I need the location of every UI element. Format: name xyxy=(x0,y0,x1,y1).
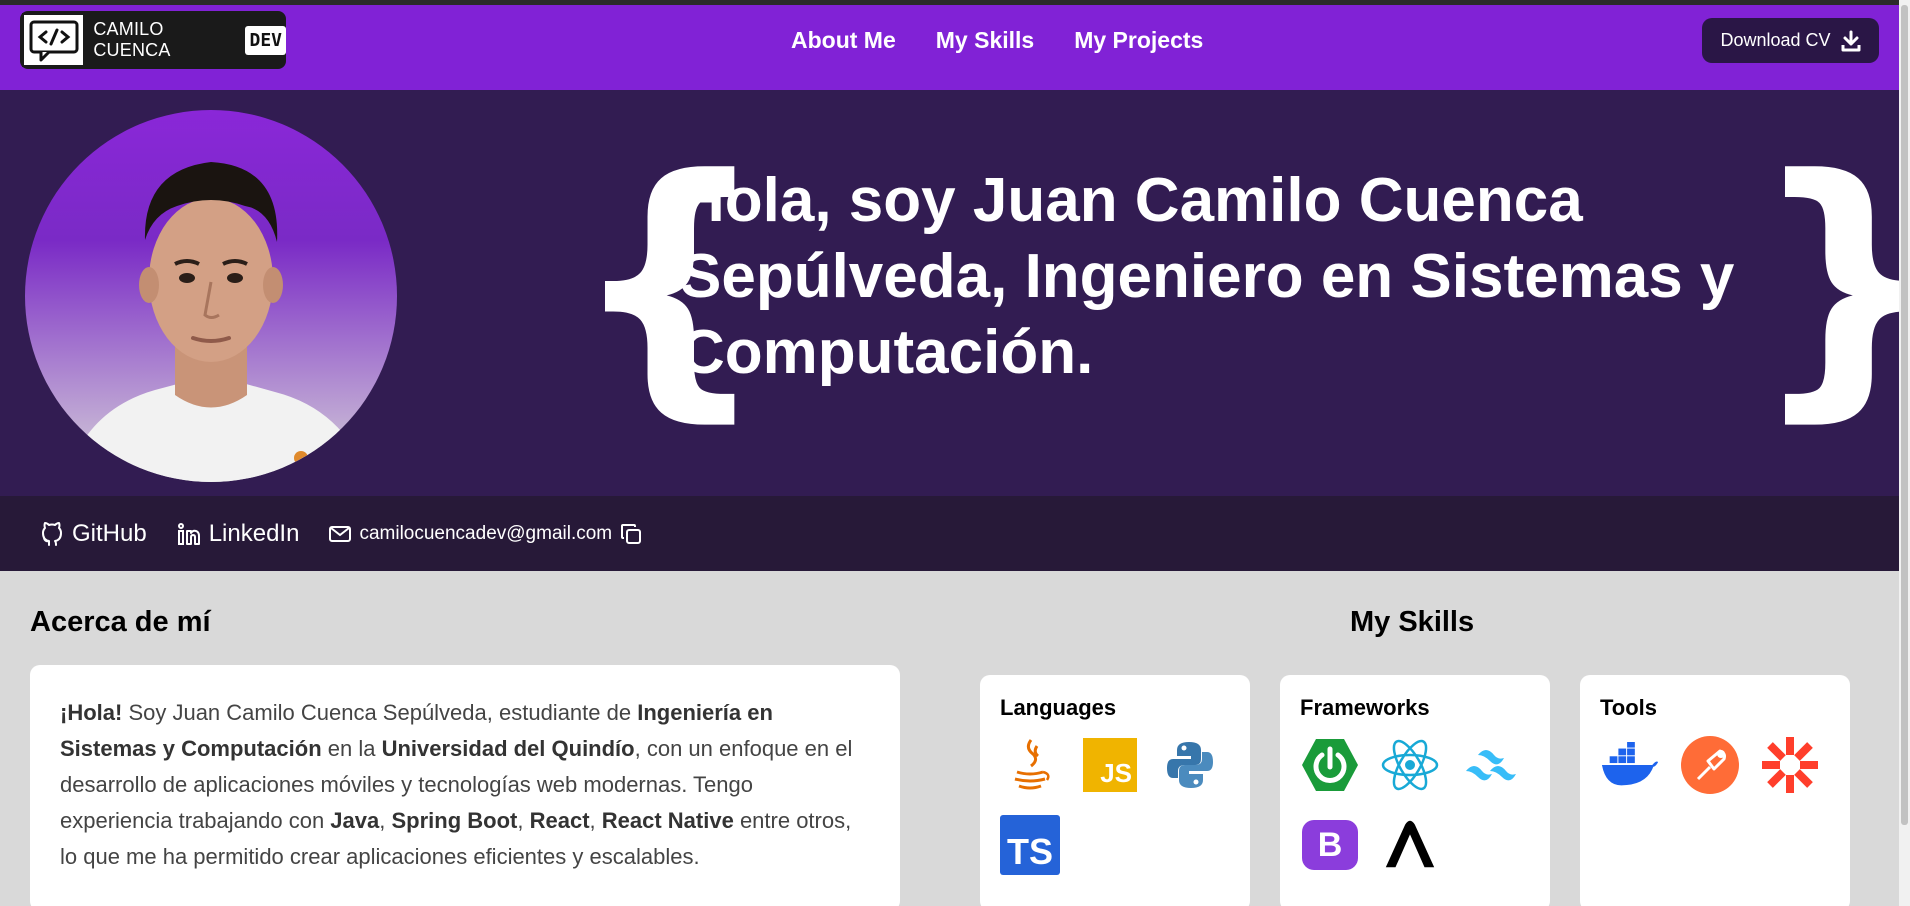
nav-my-projects[interactable]: My Projects xyxy=(1074,27,1203,54)
linkedin-link[interactable]: LinkedIn xyxy=(177,519,300,548)
react-icon xyxy=(1380,735,1440,795)
linkedin-label: LinkedIn xyxy=(208,519,300,547)
mail-icon xyxy=(329,525,352,542)
scrollbar-track[interactable] xyxy=(1899,0,1910,906)
zapier-icon xyxy=(1760,735,1820,795)
astro-icon xyxy=(1380,815,1440,875)
bootstrap-icon: B xyxy=(1300,815,1360,875)
github-label: GitHub xyxy=(72,519,147,547)
bootstrap-logo-text: B xyxy=(1302,820,1358,870)
download-cv-button[interactable]: Download CV xyxy=(1702,18,1879,63)
linkedin-icon xyxy=(177,522,200,545)
scrollbar-thumb[interactable] xyxy=(1901,5,1908,825)
github-link[interactable]: GitHub xyxy=(40,520,147,548)
about-text-1: Soy Juan Camilo Cuenca Sepúlveda, estudi… xyxy=(122,700,638,725)
about-sep-2: , xyxy=(517,808,530,833)
about-card: ¡Hola! Soy Juan Camilo Cuenca Sepúlveda,… xyxy=(30,665,900,906)
site-logo[interactable]: CAMILO CUENCA DEV xyxy=(20,11,286,69)
hero-title: Hola, soy Juan Camilo Cuenca Sepúlveda, … xyxy=(680,166,1735,387)
logo-text: CAMILO CUENCA xyxy=(93,19,171,60)
docker-icon xyxy=(1600,735,1660,795)
about-java: Java xyxy=(330,808,380,833)
nav-my-skills[interactable]: My Skills xyxy=(936,27,1034,54)
javascript-logo-text: JS xyxy=(1083,738,1137,792)
java-icon xyxy=(1000,735,1060,795)
about-paragraph: ¡Hola! Soy Juan Camilo Cuenca Sepúlveda,… xyxy=(60,695,870,875)
about-title: Acerca de mí xyxy=(30,606,211,638)
about-spring-boot: Spring Boot xyxy=(391,808,518,833)
code-bubble-icon xyxy=(22,13,86,67)
skill-card-languages: Languages JS TS xyxy=(980,675,1250,906)
page: CAMILO CUENCA DEV About Me My Skills My … xyxy=(0,5,1899,906)
spring-boot-icon xyxy=(1300,735,1360,795)
about-react: React xyxy=(529,808,590,833)
nav-about-me[interactable]: About Me xyxy=(791,27,896,54)
main-nav: About Me My Skills My Projects xyxy=(791,27,1203,54)
skills-title: My Skills xyxy=(1350,606,1475,638)
about-greeting: ¡Hola! xyxy=(60,700,123,725)
skill-card-title: Languages xyxy=(1000,695,1117,720)
javascript-icon: JS xyxy=(1080,735,1140,795)
logo-badge: DEV xyxy=(245,25,286,55)
download-icon xyxy=(1841,30,1861,51)
skill-card-title: Frameworks xyxy=(1300,695,1430,720)
skill-card-tools: Tools xyxy=(1580,675,1850,906)
email-address: camilocuencadev@gmail.com xyxy=(359,522,613,544)
email-contact: camilocuencadev@gmail.com xyxy=(329,523,642,545)
about-text-2: en la xyxy=(321,736,382,761)
postman-icon xyxy=(1680,735,1740,795)
tailwind-icon xyxy=(1460,735,1520,795)
contact-bar: GitHub LinkedIn camilocuencadev@gmail.co… xyxy=(0,496,1899,571)
about-sep-1: , xyxy=(379,808,392,833)
hero-brace-right: } xyxy=(1750,143,1899,423)
typescript-logo-text: TS xyxy=(1000,815,1060,875)
download-cv-label: Download CV xyxy=(1720,30,1831,50)
about-university: Universidad del Quindío xyxy=(381,736,635,761)
github-icon xyxy=(42,521,62,546)
python-icon xyxy=(1160,735,1220,795)
skill-card-title: Tools xyxy=(1600,695,1658,720)
typescript-icon: TS xyxy=(1000,815,1060,875)
skill-card-frameworks: Frameworks B xyxy=(1280,675,1550,906)
about-react-native: React Native xyxy=(601,808,734,833)
copy-icon[interactable] xyxy=(620,523,642,545)
about-sep-3: , xyxy=(589,808,602,833)
profile-photo xyxy=(25,110,397,482)
navbar: CAMILO CUENCA DEV About Me My Skills My … xyxy=(0,5,1899,90)
